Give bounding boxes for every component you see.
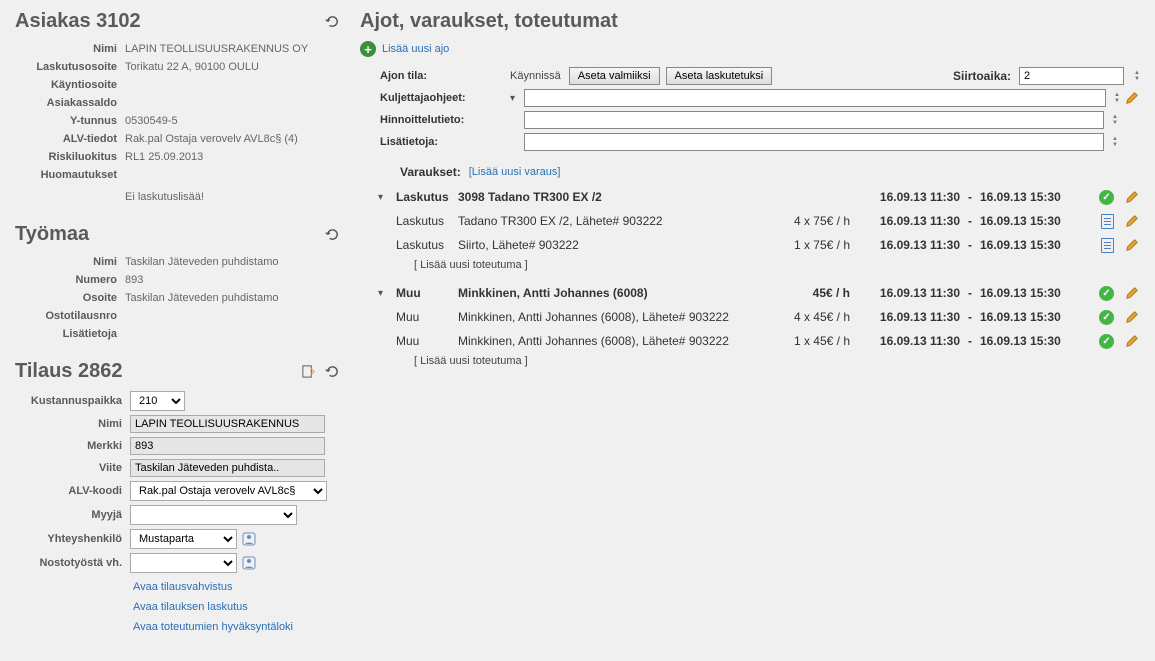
res-rate: 1 x 45€ / h xyxy=(760,334,850,348)
spinner[interactable]: ▲▼ xyxy=(1112,136,1118,148)
yhteys-select[interactable]: Mustaparta xyxy=(130,529,237,549)
check-icon: ✓ xyxy=(1099,334,1114,349)
res-rate: 4 x 75€ / h xyxy=(760,214,850,228)
spinner[interactable]: ▲▼ xyxy=(1114,92,1120,104)
res-time-end: 16.09.13 15:30 xyxy=(980,238,1090,252)
btn-laskute[interactable]: Aseta laskutetuksi xyxy=(666,67,773,85)
res-time-end: 16.09.13 15:30 xyxy=(980,334,1090,348)
link-laskutus[interactable]: Avaa tilauksen laskutus xyxy=(133,601,248,613)
res-type: Muu xyxy=(396,310,458,324)
myyja-select[interactable] xyxy=(130,505,297,525)
res-type: Laskutus xyxy=(396,190,458,204)
check-icon: ✓ xyxy=(1099,286,1114,301)
res-time-start: 16.09.13 11:30 xyxy=(850,214,960,228)
add-varaus-link[interactable]: [Lisää uusi varaus] xyxy=(469,166,561,178)
res-title: Minkkinen, Antti Johannes (6008) xyxy=(458,286,760,300)
spinner[interactable]: ▲▼ xyxy=(1112,114,1118,126)
refresh-icon[interactable] xyxy=(324,14,340,30)
customer-title: Asiakas 3102 xyxy=(15,10,340,33)
merkki-input[interactable] xyxy=(130,437,325,455)
order-title: Tilaus 2862 xyxy=(15,360,340,383)
res-time-end: 16.09.13 15:30 xyxy=(980,310,1090,324)
res-title: 3098 Tadano TR300 EX /2 xyxy=(458,190,760,204)
plus-icon[interactable]: + xyxy=(360,41,376,57)
res-time-end: 16.09.13 15:30 xyxy=(980,286,1090,300)
res-type: Muu xyxy=(396,334,458,348)
document-icon[interactable] xyxy=(1101,214,1114,229)
nosto-select[interactable] xyxy=(130,553,237,573)
alvkoodi-select[interactable]: Rak.pal Ostaja verovelv AVL8c§ xyxy=(130,481,327,501)
btn-valmis[interactable]: Aseta valmiiksi xyxy=(569,67,660,85)
add-toteutuma-link[interactable]: [ Lisää uusi toteutuma ] xyxy=(414,259,1140,271)
reservation-header: ▾Laskutus3098 Tadano TR300 EX /2 16.09.13… xyxy=(378,185,1140,209)
res-time-end: 16.09.13 15:30 xyxy=(980,214,1090,228)
pencil-icon[interactable] xyxy=(1124,285,1140,301)
document-icon[interactable] xyxy=(1101,238,1114,253)
siirto-input[interactable] xyxy=(1019,67,1124,85)
pencil-icon[interactable] xyxy=(1124,333,1140,349)
add-drive-link[interactable]: Lisää uusi ajo xyxy=(382,43,449,55)
pencil-icon[interactable] xyxy=(1124,189,1140,205)
reservation-row: LaskutusSiirto, Lähete# 9032221 x 75€ / … xyxy=(378,233,1140,257)
status-text: Käynnissä xyxy=(510,70,561,82)
contact-icon[interactable] xyxy=(241,555,257,571)
res-desc: Minkkinen, Antti Johannes (6008), Lähete… xyxy=(458,334,760,348)
pencil-icon[interactable] xyxy=(1124,309,1140,325)
link-vahvistus[interactable]: Avaa tilausvahvistus xyxy=(133,581,232,593)
res-type: Muu xyxy=(396,286,458,300)
spinner[interactable]: ▲▼ xyxy=(1134,70,1140,82)
res-desc: Tadano TR300 EX /2, Lähete# 903222 xyxy=(458,214,760,228)
drives-title: Ajot, varaukset, toteutumat xyxy=(360,10,1140,33)
value: LAPIN TEOLLISUUSRAKENNUS OY xyxy=(125,41,340,57)
add-toteutuma-link[interactable]: [ Lisää uusi toteutuma ] xyxy=(414,355,1140,367)
refresh-icon[interactable] xyxy=(324,364,340,380)
res-time-start: 16.09.13 11:30 xyxy=(850,238,960,252)
res-time-start: 16.09.13 11:30 xyxy=(850,334,960,348)
kuljettaja-input[interactable] xyxy=(524,89,1106,107)
check-icon: ✓ xyxy=(1099,310,1114,325)
res-time-end: 16.09.13 15:30 xyxy=(980,190,1090,204)
res-desc: Minkkinen, Antti Johannes (6008), Lähete… xyxy=(458,310,760,324)
varaukset-label: Varaukset: xyxy=(400,165,461,179)
pencil-icon[interactable] xyxy=(1124,237,1140,253)
res-type: Laskutus xyxy=(396,238,458,252)
lisatietoja-input[interactable] xyxy=(524,133,1104,151)
res-desc: Siirto, Lähete# 903222 xyxy=(458,238,760,252)
pencil-icon[interactable] xyxy=(1124,90,1140,106)
res-rate: 45€ / h xyxy=(760,286,850,300)
worksite-title: Työmaa xyxy=(15,223,340,246)
check-icon: ✓ xyxy=(1099,190,1114,205)
viite-input[interactable] xyxy=(130,459,325,477)
reservation-header: ▾MuuMinkkinen, Antti Johannes (6008)45€ … xyxy=(378,281,1140,305)
chevron-down-icon[interactable]: ▾ xyxy=(510,93,518,104)
res-time-start: 16.09.13 11:30 xyxy=(850,190,960,204)
chevron-down-icon[interactable]: ▾ xyxy=(378,288,396,299)
reservation-row: MuuMinkkinen, Antti Johannes (6008), Läh… xyxy=(378,329,1140,353)
customer-note: Ei laskutuslisää! xyxy=(125,189,340,205)
res-rate: 1 x 75€ / h xyxy=(760,238,850,252)
res-type: Laskutus xyxy=(396,214,458,228)
contact-icon[interactable] xyxy=(241,531,257,547)
nimi-input[interactable] xyxy=(130,415,325,433)
pencil-icon[interactable] xyxy=(1124,213,1140,229)
kustannus-select[interactable]: 210 xyxy=(130,391,185,411)
hinnoittelu-input[interactable] xyxy=(524,111,1104,129)
res-time-start: 16.09.13 11:30 xyxy=(850,286,960,300)
refresh-icon[interactable] xyxy=(324,227,340,243)
res-rate: 4 x 45€ / h xyxy=(760,310,850,324)
chevron-down-icon[interactable]: ▾ xyxy=(378,192,396,203)
res-time-start: 16.09.13 11:30 xyxy=(850,310,960,324)
reservation-row: MuuMinkkinen, Antti Johannes (6008), Läh… xyxy=(378,305,1140,329)
label: Nimi xyxy=(15,41,125,57)
link-hyvaksynta[interactable]: Avaa toteutumien hyväksyntäloki xyxy=(133,621,293,633)
edit-icon[interactable] xyxy=(300,364,316,380)
reservation-row: LaskutusTadano TR300 EX /2, Lähete# 9032… xyxy=(378,209,1140,233)
